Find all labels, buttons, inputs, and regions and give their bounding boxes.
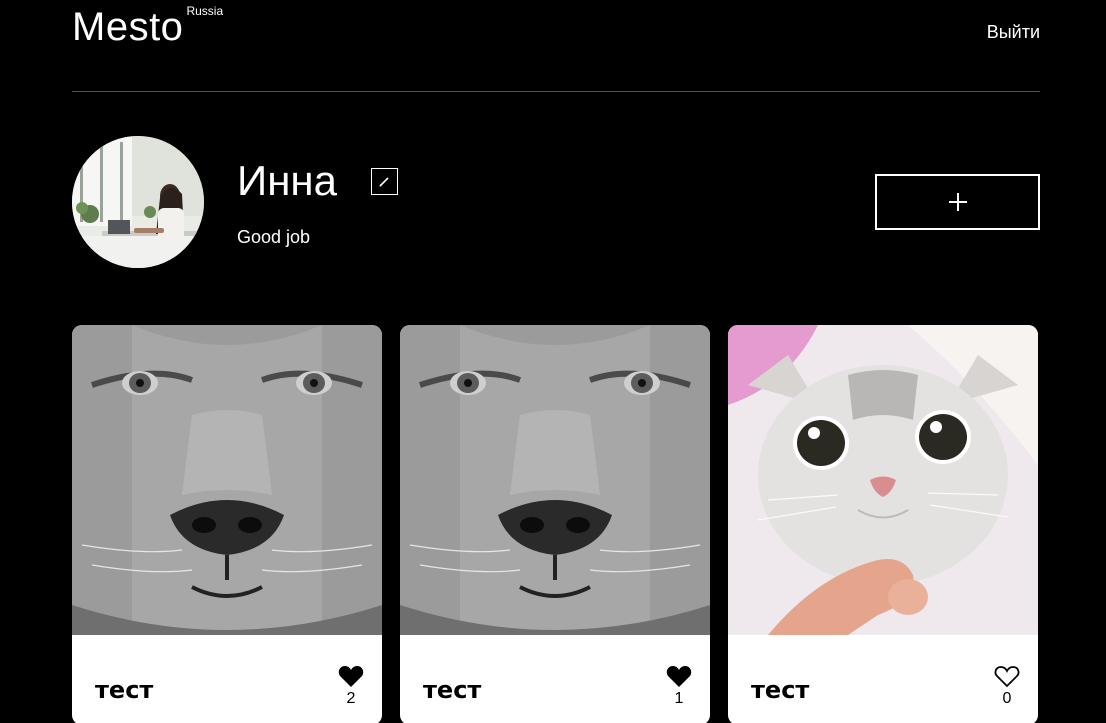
logo-superscript: Russia: [186, 4, 224, 18]
card: тест 2: [72, 325, 382, 723]
card-title: тест: [423, 676, 482, 704]
like-button[interactable]: [338, 665, 364, 688]
profile-about: Good job: [237, 227, 311, 247]
card-title: тест: [95, 676, 154, 704]
logo: Mesto Russia: [72, 4, 223, 50]
plus-icon: [948, 193, 967, 211]
heart-icon: [994, 666, 1020, 688]
heart-icon: [666, 666, 692, 687]
card-image-lion[interactable]: [400, 325, 710, 635]
like-group: 2: [336, 665, 366, 709]
heart-icon: [338, 666, 364, 687]
profile-name: Инна: [237, 157, 337, 204]
logout-link[interactable]: Выйти: [987, 22, 1040, 43]
like-count: 0: [1002, 690, 1012, 707]
card: тест 0: [728, 325, 1038, 723]
like-group: 0: [992, 665, 1022, 709]
card-image-lion[interactable]: [72, 325, 382, 635]
header: Mesto Russia Выйти: [72, 0, 1040, 92]
add-card-button[interactable]: [875, 174, 1040, 230]
profile: Инна Good job: [72, 136, 1040, 268]
card-title: тест: [751, 676, 810, 704]
avatar[interactable]: [72, 136, 204, 268]
like-button[interactable]: [994, 665, 1020, 688]
logo-text: Mesto: [72, 5, 184, 49]
like-count: 2: [346, 690, 356, 707]
like-button[interactable]: [666, 665, 692, 688]
pencil-icon: [379, 177, 389, 187]
page: Mesto Russia Выйти Инна Good job тест 2 …: [0, 0, 1106, 723]
avatar-image: [72, 136, 204, 268]
header-divider: [72, 91, 1040, 92]
like-count: 1: [674, 690, 684, 707]
card: тест 1: [400, 325, 710, 723]
edit-profile-button[interactable]: [371, 168, 398, 195]
card-image-cat[interactable]: [728, 325, 1038, 635]
cards-grid: тест 2 тест 1 тест 0: [72, 325, 1040, 723]
like-group: 1: [664, 665, 694, 709]
